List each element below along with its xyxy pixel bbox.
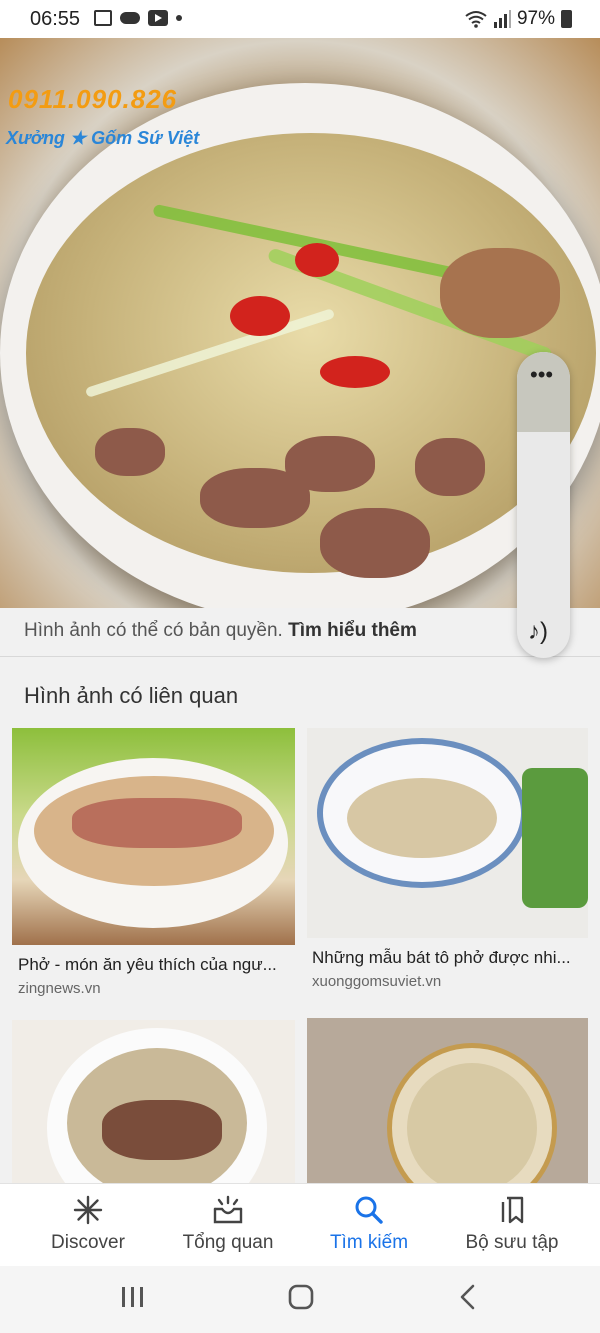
related-image-2-title[interactable]: Những mẫu bát tô phở được nhi...: [312, 948, 584, 968]
volume-slider[interactable]: ••• ♪): [517, 352, 570, 658]
cloud-icon: [120, 12, 140, 24]
beef-slice: [320, 508, 430, 578]
related-image-1-title[interactable]: Phở - món ăn yêu thích của ngư...: [18, 955, 290, 975]
related-image-1-source: zingnews.vn: [18, 980, 101, 997]
pho-broth: [26, 133, 596, 573]
battery-percent: 97%: [516, 8, 555, 29]
related-image-2-source: xuonggomsuviet.vn: [312, 973, 442, 990]
signal-icon: [493, 10, 511, 28]
beef-slice: [285, 436, 375, 492]
nav-overview[interactable]: Tổng quan: [153, 1194, 303, 1254]
status-time: 06:55: [30, 8, 81, 30]
recent-apps-icon[interactable]: [120, 1284, 146, 1316]
viewed-image[interactable]: 0911.090.826 Xưởng ★ Gốm Sứ Việt: [0, 38, 600, 608]
back-icon[interactable]: [458, 1284, 478, 1317]
nav-search-label: Tìm kiếm: [329, 1232, 409, 1253]
asterisk-icon: [13, 1194, 163, 1226]
copyright-text: Hình ảnh có thể có bản quyền.: [24, 620, 289, 641]
youtube-icon: [148, 10, 168, 26]
inbox-icon: [153, 1194, 303, 1226]
system-status: 97%: [465, 8, 572, 30]
nav-collections[interactable]: Bộ sưu tập: [437, 1194, 587, 1254]
chili-slice: [295, 243, 339, 277]
system-navigation-bar: [0, 1266, 600, 1333]
nav-discover[interactable]: Discover: [13, 1194, 163, 1254]
copyright-caption: Hình ảnh có thể có bản quyền. Tìm hiểu t…: [24, 620, 417, 642]
watermark-phone: 0911.090.826: [8, 84, 178, 114]
search-icon: [294, 1194, 444, 1226]
battery-icon: [561, 10, 572, 28]
watermark-brand: Xưởng ★ Gốm Sứ Việt: [6, 128, 200, 148]
learn-more-link[interactable]: Tìm hiểu thêm: [288, 620, 417, 641]
bottom-navigation: Discover Tổng quan Tìm kiếm Bộ sưu tập: [0, 1183, 600, 1267]
nav-collections-label: Bộ sưu tập: [465, 1232, 559, 1253]
related-images-title: Hình ảnh có liên quan: [24, 683, 239, 708]
related-image-2[interactable]: [307, 728, 588, 938]
more-notifications-dot-icon: [176, 15, 182, 21]
beef-slice: [415, 438, 485, 496]
status-bar: 06:55 97%: [0, 0, 600, 38]
gallery-icon: [94, 10, 112, 26]
divider: [0, 656, 600, 657]
notification-icons: [94, 10, 182, 26]
related-image-4[interactable]: [307, 1018, 588, 1183]
wifi-icon: [465, 11, 487, 28]
more-options-icon[interactable]: •••: [530, 364, 553, 386]
chili-slice: [320, 356, 390, 388]
music-volume-icon[interactable]: ♪): [528, 618, 548, 646]
related-image-3[interactable]: [12, 1020, 295, 1183]
chili-slice: [230, 296, 290, 336]
related-image-1[interactable]: [12, 728, 295, 945]
bookmark-collection-icon: [437, 1194, 587, 1226]
beef-slice: [440, 248, 560, 338]
nav-search[interactable]: Tìm kiếm: [294, 1194, 444, 1254]
nav-overview-label: Tổng quan: [182, 1232, 274, 1253]
beef-slice: [95, 428, 165, 476]
home-icon[interactable]: [288, 1284, 314, 1317]
nav-discover-label: Discover: [51, 1232, 125, 1253]
